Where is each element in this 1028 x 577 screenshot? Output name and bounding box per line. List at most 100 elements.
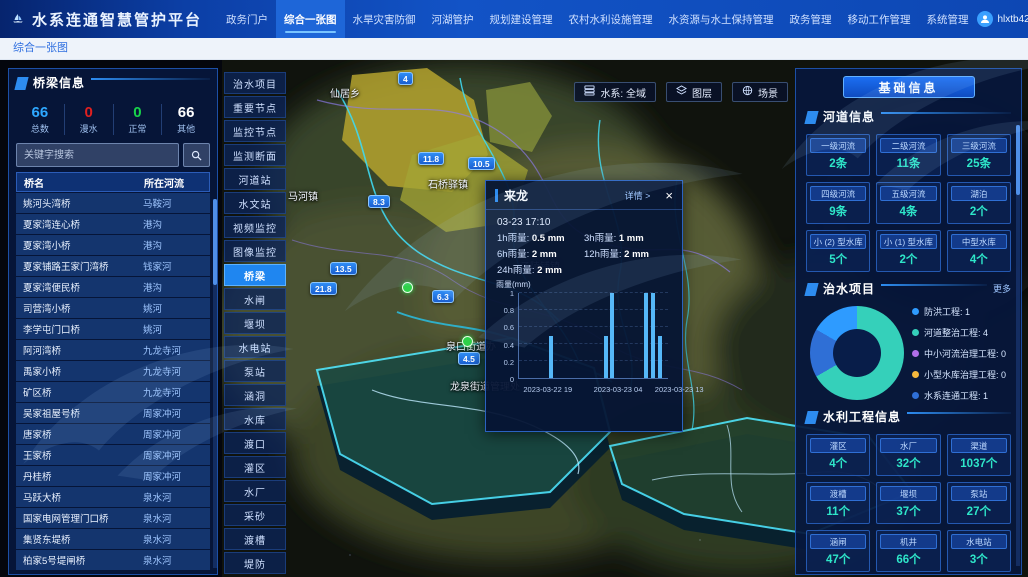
works-cell-4[interactable]: 渡槽11个	[806, 482, 870, 524]
river-cell-1[interactable]: 一级河流2条	[806, 134, 870, 176]
water-level-marker[interactable]: 4	[398, 72, 413, 85]
water-level-marker[interactable]: 13.5	[330, 262, 357, 275]
table-row[interactable]: 柏家5号堤闸桥泉水河	[16, 550, 210, 570]
nav-tab-2[interactable]: 综合一张图	[276, 0, 345, 38]
water-level-marker[interactable]: 11.8	[418, 152, 444, 165]
layer-item-4[interactable]: 监测断面	[224, 144, 286, 166]
works-cell-3[interactable]: 渠道1037个	[947, 434, 1011, 476]
table-row[interactable]: 李学屯门口桥姚河	[16, 319, 210, 339]
works-cell-1[interactable]: 灌区4个	[806, 434, 870, 476]
nav-tab-8[interactable]: 政务管理	[782, 0, 840, 38]
layer-item-2[interactable]: 重要节点	[224, 96, 286, 118]
table-row[interactable]: 夏家铺路王家门湾桥钱家河	[16, 256, 210, 276]
popup-detail-link[interactable]: 详情 >	[625, 189, 651, 202]
table-row[interactable]: 马跃大桥泉水河	[16, 487, 210, 507]
layer-item-17[interactable]: 灌区	[224, 456, 286, 478]
map-control-3[interactable]: 场景	[732, 82, 788, 102]
water-level-marker[interactable]: 6.3	[432, 290, 454, 303]
layer-item-6[interactable]: 水文站	[224, 192, 286, 214]
works-cell-5[interactable]: 堰坝37个	[876, 482, 940, 524]
table-row[interactable]: 禹家小桥九龙寺河	[16, 361, 210, 381]
table-row[interactable]: 司营湾小桥姚河	[16, 298, 210, 318]
works-section-title: 水利工程信息	[823, 408, 901, 425]
works-cell-9[interactable]: 水电站3个	[947, 530, 1011, 572]
layer-item-5[interactable]: 河道站	[224, 168, 286, 190]
search-button[interactable]	[183, 143, 210, 167]
river-name-cell: 姚河	[136, 301, 210, 315]
layers-stack-icon	[584, 85, 595, 99]
layer-item-15[interactable]: 水库	[224, 408, 286, 430]
table-row[interactable]: 矿区桥九龙寺河	[16, 382, 210, 402]
nav-tab-9[interactable]: 移动工作管理	[840, 0, 919, 38]
river-cell-3[interactable]: 三级河流25条	[947, 134, 1011, 176]
works-cell-6[interactable]: 泵站27个	[947, 482, 1011, 524]
river-value: 5个	[810, 249, 866, 268]
nav-tab-7[interactable]: 水资源与水土保持管理	[661, 0, 782, 38]
table-row[interactable]: 王家桥周家冲河	[16, 445, 210, 465]
river-cell-6[interactable]: 湖泊2个	[947, 182, 1011, 224]
map-control-1[interactable]: 水系: 全域	[574, 82, 656, 102]
layer-item-14[interactable]: 涵洞	[224, 384, 286, 406]
station-marker[interactable]	[402, 282, 413, 293]
legend-text: 水系连通工程: 1	[924, 389, 988, 402]
bridge-name-cell: 吴家祖屋号桥	[16, 406, 136, 420]
station-marker[interactable]	[462, 336, 473, 347]
layer-item-10[interactable]: 水闸	[224, 288, 286, 310]
layer-item-19[interactable]: 采砂	[224, 504, 286, 526]
river-cell-8[interactable]: 小 (1) 型水库2个	[876, 230, 940, 272]
water-level-marker[interactable]: 10.5	[468, 157, 495, 170]
layer-item-18[interactable]: 水厂	[224, 480, 286, 502]
nav-tab-5[interactable]: 规划建设管理	[482, 0, 561, 38]
works-cell-2[interactable]: 水厂32个	[876, 434, 940, 476]
table-row[interactable]: 夏家湾小桥港沟	[16, 235, 210, 255]
table-row[interactable]: 吴家祖屋号桥周家冲河	[16, 403, 210, 423]
bridge-name-cell: 唐家桥	[16, 427, 136, 441]
table-row[interactable]: 夏家湾连心桥港沟	[16, 214, 210, 234]
river-cell-7[interactable]: 小 (2) 型水库5个	[806, 230, 870, 272]
table-row[interactable]: 丹桂桥周家冲河	[16, 466, 210, 486]
table-scrollbar[interactable]	[213, 199, 217, 568]
water-level-marker[interactable]: 4.5	[458, 352, 480, 365]
layer-item-12[interactable]: 水电站	[224, 336, 286, 358]
water-level-marker[interactable]: 21.8	[310, 282, 337, 295]
river-cell-2[interactable]: 二级河流11条	[876, 134, 940, 176]
more-link[interactable]: 更多	[993, 282, 1011, 295]
layer-item-16[interactable]: 渡口	[224, 432, 286, 454]
river-cell-4[interactable]: 四级河流9条	[806, 182, 870, 224]
nav-tab-6[interactable]: 农村水利设施管理	[561, 0, 661, 38]
section-rule	[91, 78, 210, 80]
layer-item-21[interactable]: 堤防	[224, 552, 286, 574]
river-name-cell: 马鞍河	[136, 196, 210, 210]
basic-info-badge[interactable]: 基础信息	[843, 76, 975, 98]
table-row[interactable]: 唐家桥周家冲河	[16, 424, 210, 444]
table-row[interactable]: 国家电网管理门口桥泉水河	[16, 508, 210, 528]
nav-tab-1[interactable]: 政务门户	[218, 0, 276, 38]
table-row[interactable]: 阿河湾桥九龙寺河	[16, 340, 210, 360]
nav-tab-10[interactable]: 系统管理	[919, 0, 977, 38]
user-menu[interactable]: hlxtb42080261 ▾	[977, 11, 1028, 27]
water-level-marker[interactable]: 8.3	[368, 195, 390, 208]
layer-item-8[interactable]: 图像监控	[224, 240, 286, 262]
breadcrumb[interactable]: 综合一张图	[0, 38, 1028, 60]
panel-scrollbar[interactable]	[1016, 125, 1020, 566]
layer-item-3[interactable]: 监控节点	[224, 120, 286, 142]
layer-item-7[interactable]: 视频监控	[224, 216, 286, 238]
nav-tab-3[interactable]: 水旱灾害防御	[345, 0, 424, 38]
river-cell-9[interactable]: 中型水库4个	[947, 230, 1011, 272]
works-cell-8[interactable]: 机井66个	[876, 530, 940, 572]
layer-item-11[interactable]: 堰坝	[224, 312, 286, 334]
layer-item-13[interactable]: 泵站	[224, 360, 286, 382]
nav-tab-4[interactable]: 河湖管护	[424, 0, 482, 38]
river-cell-5[interactable]: 五级河流4条	[876, 182, 940, 224]
table-row[interactable]: 姚河头湾桥马鞍河	[16, 193, 210, 213]
layer-item-9[interactable]: 桥梁	[224, 264, 286, 286]
layer-item-1[interactable]: 治水项目	[224, 72, 286, 94]
table-row[interactable]: 集贤东堤桥泉水河	[16, 529, 210, 549]
search-input[interactable]	[16, 143, 179, 167]
table-row[interactable]: 夏家湾便民桥港沟	[16, 277, 210, 297]
river-name-cell: 周家冲河	[136, 406, 210, 420]
close-icon[interactable]: ×	[665, 189, 673, 202]
works-cell-7[interactable]: 涵闸47个	[806, 530, 870, 572]
map-control-2[interactable]: 图层	[666, 82, 722, 102]
layer-item-20[interactable]: 渡槽	[224, 528, 286, 550]
